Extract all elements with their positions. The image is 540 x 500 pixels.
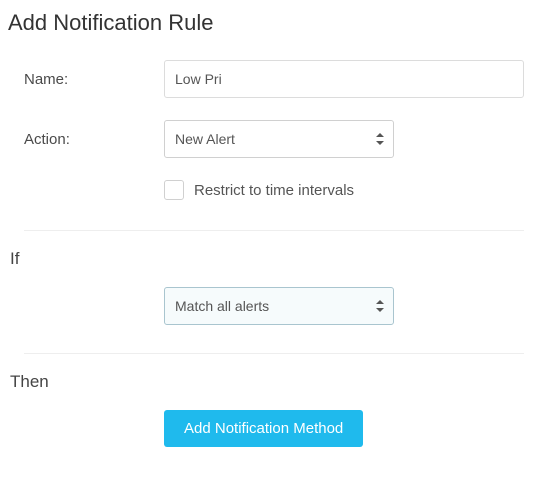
restrict-checkbox[interactable] [164, 180, 184, 200]
restrict-row: Restrict to time intervals [164, 180, 524, 200]
if-condition-select[interactable]: Match all alerts [164, 287, 394, 325]
section-divider [24, 353, 524, 354]
name-input[interactable] [164, 60, 524, 98]
add-notification-method-button[interactable]: Add Notification Method [164, 410, 363, 447]
page-title: Add Notification Rule [8, 10, 524, 36]
name-row: Name: [4, 60, 524, 98]
action-select-value: New Alert [175, 131, 235, 147]
if-heading: If [10, 249, 524, 269]
action-row: Action: New Alert [4, 120, 524, 158]
section-divider [24, 230, 524, 231]
if-condition-value: Match all alerts [175, 298, 269, 314]
chevron-updown-icon [376, 300, 384, 312]
then-heading: Then [10, 372, 524, 392]
action-label: Action: [24, 131, 164, 148]
restrict-label: Restrict to time intervals [194, 182, 354, 199]
chevron-updown-icon [376, 133, 384, 145]
action-select[interactable]: New Alert [164, 120, 394, 158]
name-label: Name: [24, 71, 164, 88]
